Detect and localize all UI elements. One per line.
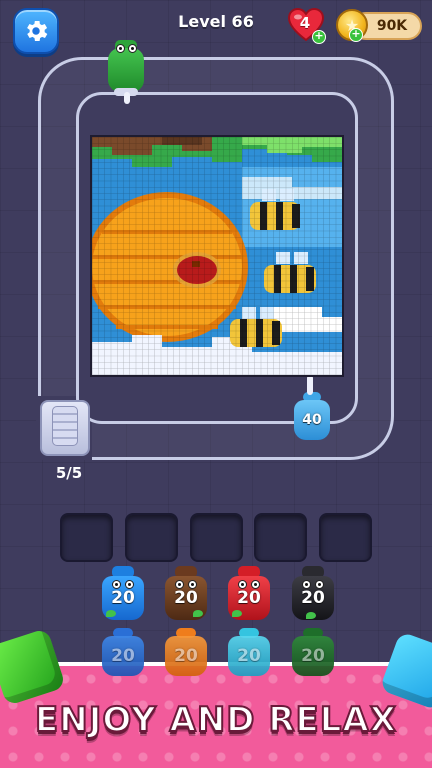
jar-brown[interactable]: 20 [165, 566, 207, 620]
track-connector [124, 92, 130, 104]
queue-count: 5/5 [55, 464, 83, 482]
jar-cyan-locked[interactable]: 20 [228, 628, 270, 676]
jar-count: 20 [174, 588, 198, 608]
jar-black[interactable]: 20 [292, 566, 334, 620]
jar-slot-3[interactable] [190, 513, 243, 562]
jar-slot-5[interactable] [319, 513, 372, 562]
jar-blue[interactable]: 20 [102, 566, 144, 620]
jar-count: 20 [111, 646, 135, 666]
jar-slot-2[interactable] [125, 513, 178, 562]
jar-count: 20 [301, 646, 325, 666]
spawner-stack [52, 406, 78, 446]
jar-slot-4[interactable] [254, 513, 307, 562]
jar-orange-locked[interactable]: 20 [165, 628, 207, 676]
jar-darkgreen-locked[interactable]: 20 [292, 628, 334, 676]
track-jar-blue[interactable]: 40 [294, 392, 330, 440]
jar-count: 20 [237, 588, 261, 608]
gear-icon [27, 20, 48, 42]
banner-title: ENJOY AND RELAX [34, 699, 397, 741]
jar-count: 20 [301, 588, 325, 608]
jar-red[interactable]: 20 [228, 566, 270, 620]
track-jar-spout [307, 375, 313, 395]
lives-indicator[interactable]: 4 + [288, 8, 326, 44]
jar-spawner[interactable] [40, 400, 90, 456]
plus-icon[interactable]: + [349, 28, 363, 42]
jar-blue-locked[interactable]: 20 [102, 628, 144, 676]
settings-button[interactable] [13, 8, 59, 54]
level-title: Level 66 [178, 12, 254, 31]
jar-slot-1[interactable] [60, 513, 113, 562]
jar-count: 20 [174, 646, 198, 666]
plus-icon[interactable]: + [312, 30, 326, 44]
track-jar-count: 40 [302, 412, 322, 428]
track-jar-green [108, 36, 144, 96]
pixel-art-board [90, 135, 344, 377]
jar-count: 20 [111, 588, 135, 608]
pixel-art-image [92, 137, 342, 375]
jar-count: 20 [237, 646, 261, 666]
